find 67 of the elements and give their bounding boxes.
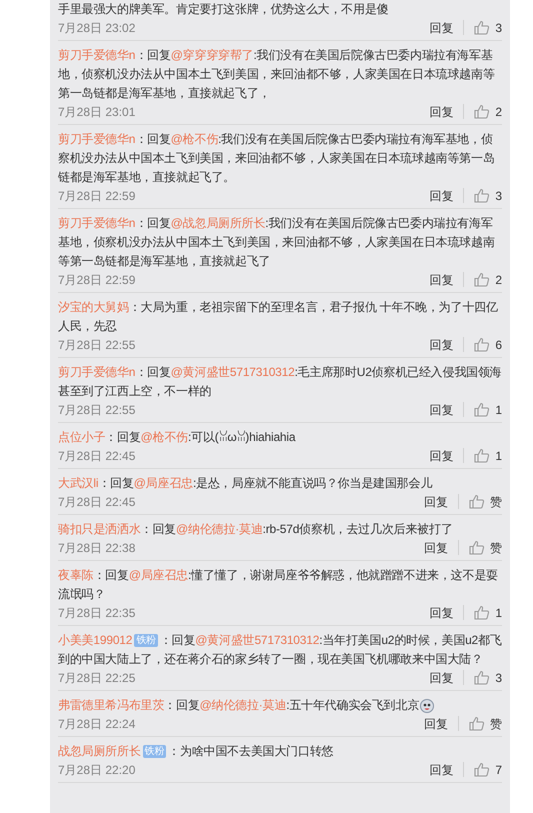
like-button[interactable]: 3	[463, 670, 502, 685]
reply-link[interactable]: 回复	[429, 668, 454, 686]
comment-text: 手里最强大的牌美军。肯定要打这张牌，优势这么大，不用是傻	[58, 1, 390, 18]
reply-link[interactable]: 回复	[429, 400, 454, 418]
like-button[interactable]: 7	[463, 762, 502, 777]
comment-time: 7月28日 22:45	[58, 494, 136, 510]
comment-time: 7月28日 23:01	[58, 104, 136, 120]
comment-time: 7月28日 22:24	[58, 716, 136, 732]
comment-text: 剪刀手爱德华n：回复@黄河盛世5717310312:毛主席那时U2侦察机已经入侵我国领海甚至到了江西上空，不一样的	[58, 364, 502, 400]
comment-text: 骑扣只是洒洒水：回复@纳伦德拉·莫迪:rb-57d侦察机，去过几次后来被打了	[58, 521, 454, 538]
thumbs-up-icon	[474, 104, 490, 119]
thumbs-up-icon	[474, 20, 490, 35]
like-button[interactable]: 2	[463, 272, 502, 287]
like-button[interactable]: 1	[463, 448, 502, 463]
comment-text: 弗雷德里希冯布里茨：回复@纳伦德拉·莫迪:五十年代确实会飞到北京	[58, 696, 502, 715]
reply-link[interactable]: 回复	[429, 186, 454, 204]
thumbs-up-icon	[469, 494, 485, 509]
comment-time: 7月28日 22:45	[58, 448, 136, 464]
thumbs-up-icon	[469, 540, 485, 555]
comment-time: 7月28日 23:02	[58, 20, 136, 36]
like-button[interactable]: 2	[463, 104, 502, 119]
comment-time: 7月28日 22:35	[58, 604, 136, 622]
like-button[interactable]: 3	[463, 20, 502, 35]
comment-text: 战忽局厕所所长 铁粉 ：为啥中国不去美国大门口转悠	[58, 743, 334, 760]
reply-link[interactable]: 回复	[424, 538, 448, 556]
comment-text: 夜辜陈：回复@局座召忠:懂了懂了，谢谢局座爷爷解惑，他就蹭蹭不进来，这不是耍流氓吗？	[58, 567, 499, 603]
like-button[interactable]: 6	[463, 337, 502, 352]
thumbs-up-icon	[474, 448, 490, 463]
comment-text: 汐宝的大舅妈：大局为重，老祖宗留下的至理名言，君子报仇 十年不晚，为了十四亿人民，先忍	[58, 299, 499, 335]
reply-link[interactable]: 回复	[424, 714, 448, 732]
fan-badge: 铁粉	[134, 634, 158, 648]
comment-time: 7月28日 22:38	[58, 540, 136, 556]
comment-text: 点位小子：回复@枪不伤:可以(ꈍωꈍ)hiahiahia	[58, 429, 296, 446]
comment-text: 剪刀手爱德华n：回复@枪不伤:我们没有在美国后院像古巴委内瑞拉有海军基地，侦察机没办法从中国本土飞到美国，来回油都不够，人家美国在日本琉球越南等第一岛链都是海军基地，直接就起飞了。	[58, 131, 496, 186]
like-button[interactable]: 赞	[458, 494, 502, 509]
like-button[interactable]: 1	[463, 402, 502, 417]
comment-time: 7月28日 22:20	[58, 762, 136, 778]
thumbs-up-icon	[469, 716, 485, 731]
reply-link[interactable]: 回复	[429, 760, 454, 778]
fan-badge: 铁粉	[142, 745, 166, 758]
thumbs-up-icon	[474, 605, 490, 620]
comment-text: 剪刀手爱德华n：回复@穿穿穿穿帮了:我们没有在美国后院像古巴委内瑞拉有海军基地，侦察机没办法从中国本土飞到美国，来回油都不够，人家美国在日本琉球越南等第一岛链都是海军基地，直接就起飞了，	[58, 47, 496, 102]
thumbs-up-icon	[474, 402, 490, 417]
comment-time: 7月28日 22:55	[58, 402, 136, 418]
comment-time: 7月28日 22:59	[58, 188, 136, 204]
reply-link[interactable]: 回复	[429, 102, 454, 120]
thumbs-up-icon	[474, 762, 490, 777]
reply-link[interactable]: 回复	[424, 492, 448, 510]
comment-time: 7月28日 22:25	[58, 670, 136, 686]
reply-link[interactable]: 回复	[429, 336, 454, 354]
thumbs-up-icon	[474, 670, 490, 685]
like-button[interactable]: 赞	[458, 716, 502, 731]
like-button[interactable]: 赞	[458, 540, 502, 555]
thumbs-up-icon	[474, 188, 490, 203]
like-button[interactable]: 1	[463, 605, 502, 620]
reply-link[interactable]: 回复	[429, 270, 454, 288]
reply-link[interactable]: 回复	[429, 18, 454, 36]
reply-link[interactable]: 回复	[429, 604, 454, 622]
thumbs-up-icon	[474, 337, 490, 352]
comment-time: 7月28日 22:55	[58, 336, 136, 354]
comment-text: 小美美199012 铁粉 ：回复@黄河盛世5717310312:当年打美国u2的时候，美国u2都飞到的中国大陆上了，还在蒋介石的家乡转了一圈，现在美国飞机哪敢来中国大陆？	[58, 632, 502, 668]
thumbs-up-icon	[474, 272, 490, 287]
comment-time: 7月28日 22:59	[58, 272, 136, 288]
reply-link[interactable]: 回复	[429, 446, 454, 464]
comment-text: 大武汉li：回复@局座召忠:是怂，局座就不能直说吗？你当是建国那会儿	[58, 475, 434, 492]
comment-text: 剪刀手爱德华n：回复@战忽局厕所所长:我们没有在美国后院像古巴委内瑞拉有海军基地，侦察机没办法从中国本土飞到美国，来回油都不够，人家美国在日本琉球越南等第一岛链都是海军基地，直接就起飞了	[58, 215, 496, 270]
like-button[interactable]: 3	[463, 188, 502, 203]
